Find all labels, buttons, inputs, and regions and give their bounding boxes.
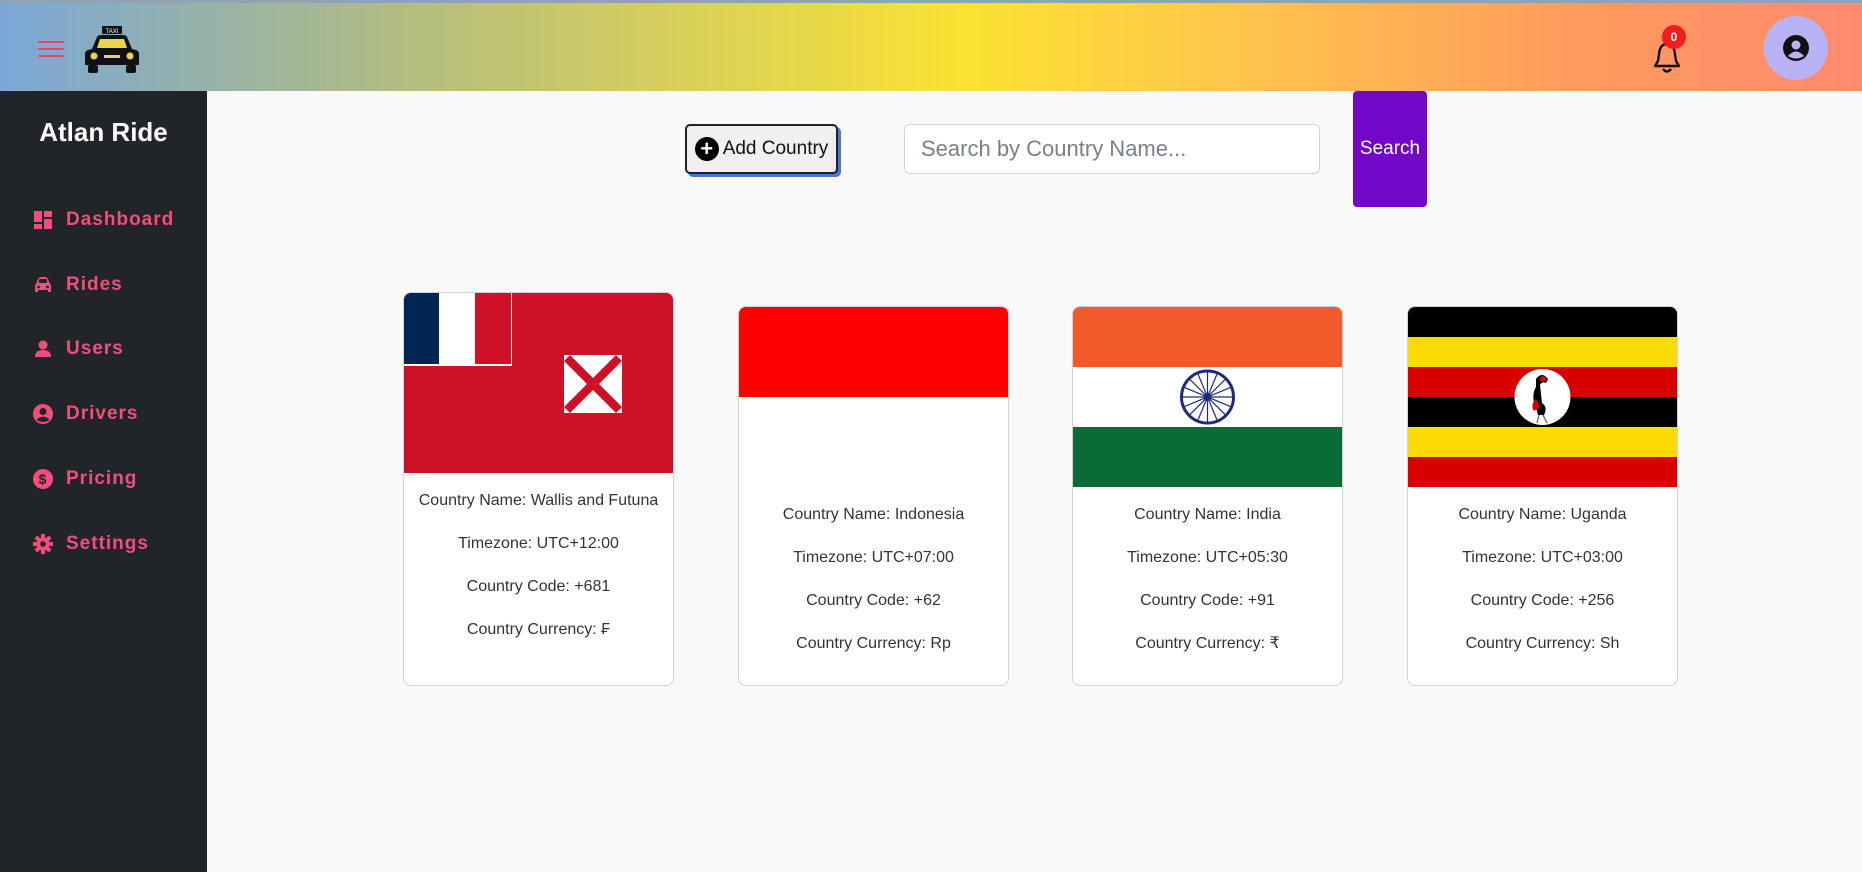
taxi-icon[interactable]: TAXI (82, 25, 142, 75)
country-currency: Country Currency: Rp (796, 635, 951, 652)
sidebar-item-settings[interactable]: Settings (32, 529, 149, 559)
brand-title: Atlan Ride (39, 117, 168, 147)
country-timezone: Timezone: UTC+12:00 (458, 535, 619, 552)
car-icon (35, 277, 51, 292)
country-timezone: Timezone: UTC+05:30 (1127, 549, 1288, 566)
sidebar-item-dashboard[interactable]: Dashboard (32, 205, 174, 235)
country-code: Country Code: +256 (1470, 592, 1615, 609)
gear-icon (33, 534, 53, 554)
sidebar-item-rides[interactable]: Rides (32, 270, 123, 300)
country-name: Country Name: Uganda (1458, 506, 1627, 523)
flag-image (404, 293, 673, 473)
search-input[interactable] (904, 124, 1320, 174)
add-country-label: Add Country (722, 138, 829, 159)
sidebar-item-label: Pricing (66, 468, 138, 489)
add-country-button[interactable]: + Add Country (685, 124, 838, 174)
sidebar-item-drivers[interactable]: Drivers (32, 399, 139, 429)
svg-text:TAXI: TAXI (106, 29, 119, 35)
country-name: Country Name: Indonesia (782, 506, 965, 523)
hamburger-icon[interactable] (38, 41, 64, 61)
user-circle-icon (1783, 35, 1809, 61)
card-info: Country Name: Wallis and Futuna Timezone… (404, 473, 673, 643)
user-circle-icon (33, 404, 53, 424)
card-info: Country Name: Uganda Timezone: UTC+03:00… (1408, 487, 1677, 657)
plus-circle-icon: + (694, 137, 719, 161)
top-bar: TAXI (0, 0, 1862, 91)
card-info: Country Name: Indonesia Timezone: UTC+07… (739, 487, 1008, 657)
sidebar-item-pricing[interactable]: $ Pricing (32, 464, 137, 494)
country-timezone: Timezone: UTC+07:00 (793, 549, 954, 566)
profile-avatar[interactable] (1764, 16, 1828, 80)
country-card[interactable]: Country Name: India Timezone: UTC+05:30 … (1072, 306, 1343, 686)
country-card[interactable]: Country Name: Uganda Timezone: UTC+03:00… (1407, 306, 1678, 686)
card-info: Country Name: India Timezone: UTC+05:30 … (1073, 487, 1342, 657)
sidebar-item-label: Rides (66, 274, 123, 295)
sidebar: Atlan Ride Dashboard Rides Users Drivers (0, 91, 207, 872)
user-icon (35, 340, 51, 357)
search-button[interactable]: Search (1353, 91, 1427, 207)
notification-badge: 0 (1662, 25, 1686, 49)
flag-image (1073, 307, 1342, 487)
country-code: Country Code: +62 (806, 592, 941, 609)
svg-text:$: $ (39, 471, 48, 487)
dashboard-icon (34, 211, 52, 229)
country-name: Country Name: Wallis and Futuna (418, 492, 659, 509)
dollar-icon: $ (33, 469, 53, 489)
country-currency: Country Currency: ₣ (466, 621, 611, 638)
flag-image (739, 307, 1008, 487)
sidebar-item-label: Users (66, 338, 124, 359)
country-card[interactable]: Country Name: Indonesia Timezone: UTC+07… (738, 306, 1009, 686)
sidebar-item-label: Settings (66, 533, 149, 554)
flag-image (1408, 307, 1677, 487)
sidebar-item-label: Dashboard (66, 209, 175, 230)
country-code: Country Code: +681 (466, 578, 611, 595)
country-timezone: Timezone: UTC+03:00 (1462, 549, 1623, 566)
country-name: Country Name: India (1134, 506, 1281, 523)
country-code: Country Code: +91 (1140, 592, 1275, 609)
country-card[interactable]: Country Name: Wallis and Futuna Timezone… (403, 292, 674, 686)
country-currency: Country Currency: Sh (1465, 635, 1620, 652)
country-currency: Country Currency: ₹ (1135, 635, 1280, 652)
sidebar-item-users[interactable]: Users (32, 334, 124, 364)
sidebar-item-label: Drivers (66, 403, 139, 424)
